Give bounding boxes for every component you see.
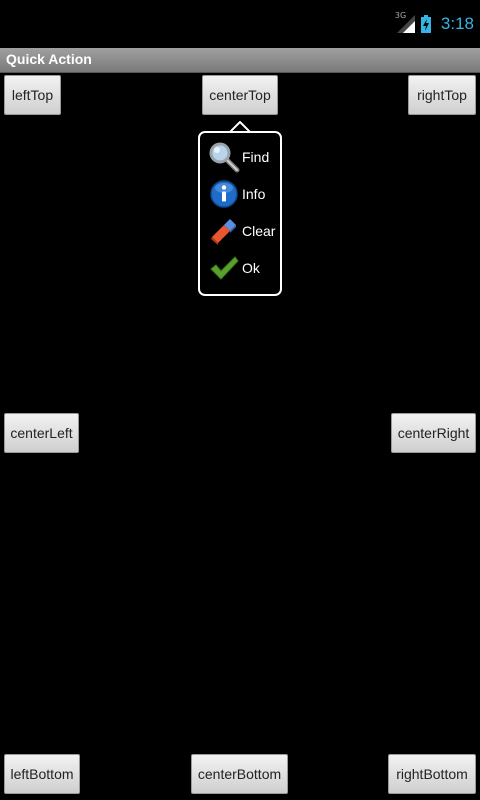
checkmark-icon bbox=[208, 252, 240, 284]
status-icons: 3G 3:18 bbox=[395, 11, 474, 36]
menu-item-label: Info bbox=[242, 186, 266, 202]
signal-icon: 3G bbox=[395, 11, 415, 33]
magnifier-icon bbox=[208, 141, 240, 173]
battery-charging-icon bbox=[420, 15, 431, 33]
menu-item-info[interactable]: Info bbox=[208, 178, 278, 210]
status-bar: 3G 3:18 bbox=[0, 0, 480, 48]
eraser-icon bbox=[208, 215, 240, 247]
title-bar: Quick Action bbox=[0, 48, 480, 73]
right-bottom-button[interactable]: rightBottom bbox=[388, 754, 476, 794]
info-icon bbox=[208, 178, 240, 210]
menu-item-find[interactable]: Find bbox=[208, 141, 278, 173]
quick-action-popup: Find Info Clear Ok bbox=[198, 131, 282, 296]
left-top-button[interactable]: leftTop bbox=[4, 75, 61, 115]
network-type: 3G bbox=[394, 11, 407, 20]
center-left-button[interactable]: centerLeft bbox=[4, 413, 79, 453]
left-bottom-button[interactable]: leftBottom bbox=[4, 754, 80, 794]
center-bottom-button[interactable]: centerBottom bbox=[191, 754, 288, 794]
menu-item-label: Clear bbox=[242, 223, 276, 239]
clock: 3:18 bbox=[440, 14, 474, 33]
menu-item-ok[interactable]: Ok bbox=[208, 252, 278, 284]
center-right-button[interactable]: centerRight bbox=[391, 413, 476, 453]
right-top-button[interactable]: rightTop bbox=[408, 75, 476, 115]
menu-item-label: Find bbox=[242, 149, 270, 165]
menu-item-label: Ok bbox=[242, 260, 260, 276]
app-title: Quick Action bbox=[6, 51, 92, 67]
menu-item-clear[interactable]: Clear bbox=[208, 215, 278, 247]
center-top-button[interactable]: centerTop bbox=[202, 75, 278, 115]
